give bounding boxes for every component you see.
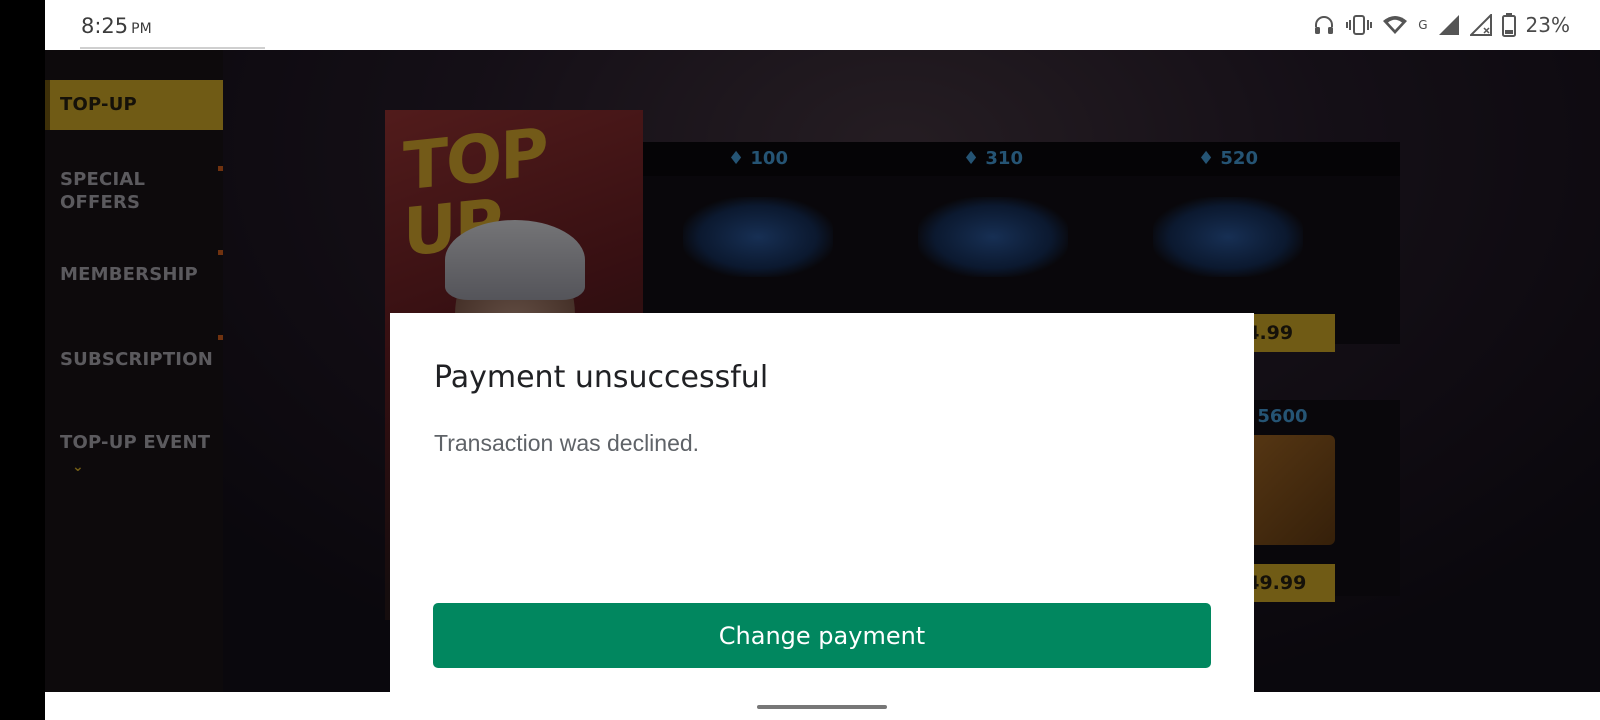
sidebar-item-subscription: SUBSCRIPTION xyxy=(60,349,213,370)
store-sidebar: TOP-UP SPECIAL OFFERS MEMBERSHIP SUBSCRI… xyxy=(45,50,223,692)
character-hair-art xyxy=(445,220,585,300)
pack-amount-value: 310 xyxy=(985,148,1023,169)
sidebar-item-top-up: TOP-UP xyxy=(45,80,223,130)
sidebar-item-label: TOP-UP EVENT xyxy=(60,432,211,453)
payment-dialog: Payment unsuccessful Transaction was dec… xyxy=(390,313,1254,692)
network-type: G xyxy=(1418,18,1428,32)
dialog-message: Transaction was declined. xyxy=(434,430,700,456)
pack-amount-value: 520 xyxy=(1220,148,1258,169)
sidebar-marker xyxy=(218,166,223,171)
sidebar-item-membership: MEMBERSHIP xyxy=(60,264,198,285)
diamond-art xyxy=(683,197,833,277)
navigation-bar xyxy=(45,692,1600,720)
sidebar-marker xyxy=(218,250,223,255)
dialog-title: Payment unsuccessful xyxy=(434,360,769,395)
status-bar: 8:25 PM G 23% xyxy=(45,0,1600,50)
diamond-case-art xyxy=(1153,197,1303,277)
battery-icon xyxy=(1501,13,1516,37)
pack-amount: ♦ 520 xyxy=(1198,148,1258,169)
sidebar-item-top-up-event: TOP-UP EVENT ⌄ xyxy=(45,431,223,479)
sidebar-marker xyxy=(218,335,223,340)
sidebar-item-special-offers: SPECIAL OFFERS xyxy=(60,169,146,213)
home-gesture-handle[interactable] xyxy=(757,705,887,709)
headphones-icon xyxy=(1312,13,1336,37)
status-divider xyxy=(80,47,265,49)
diamond-case-art xyxy=(918,197,1068,277)
battery-percent: 23% xyxy=(1525,13,1570,37)
pack-amount-value: 5600 xyxy=(1257,406,1308,427)
wifi-icon xyxy=(1382,14,1408,36)
pack-amount: ♦ 100 xyxy=(728,148,788,169)
clock-time: 8:25 xyxy=(81,14,129,38)
chevron-down-icon: ⌄ xyxy=(72,459,84,475)
clock-ampm: PM xyxy=(131,21,152,37)
change-payment-button[interactable]: Change payment xyxy=(433,603,1211,668)
signal-icon xyxy=(1438,14,1460,36)
screen-bezel xyxy=(0,0,45,720)
signal-no-service-icon xyxy=(1469,14,1492,36)
pack-amount: ♦ 310 xyxy=(963,148,1023,169)
vibrate-icon xyxy=(1346,13,1373,37)
status-icons: G 23% xyxy=(1312,12,1570,38)
clock: 8:25 PM xyxy=(81,14,152,38)
pack-amount-value: 100 xyxy=(750,148,788,169)
